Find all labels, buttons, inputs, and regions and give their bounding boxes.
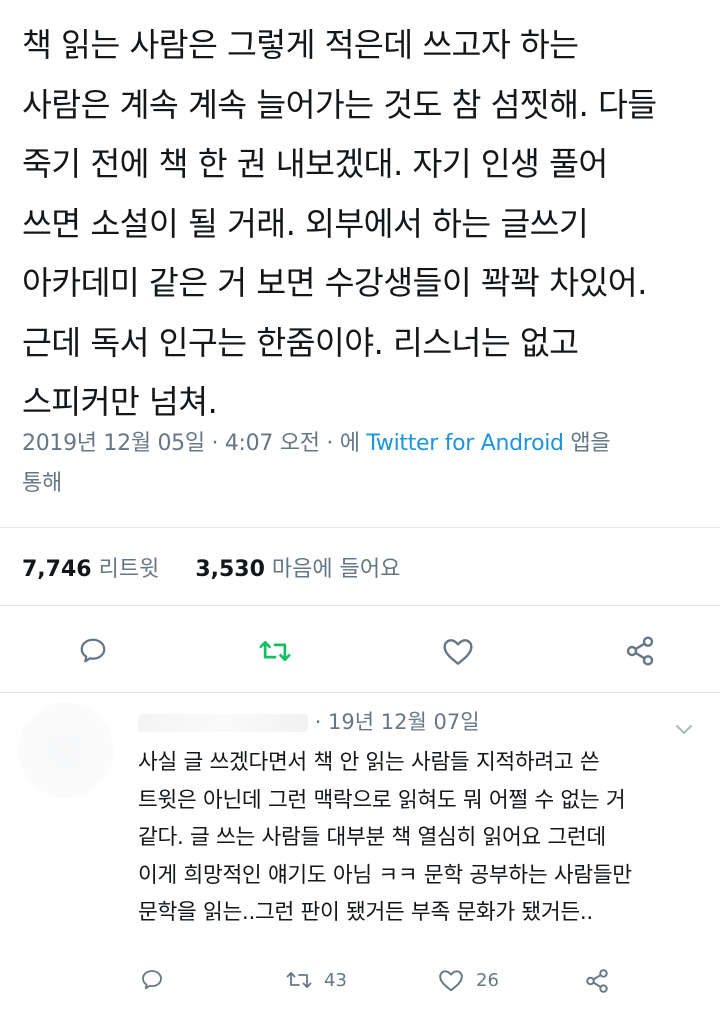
likes-label[interactable]: 마음에 들어요 bbox=[272, 557, 400, 582]
share-icon bbox=[586, 969, 608, 993]
like-button[interactable] bbox=[438, 631, 478, 671]
retweet-button[interactable] bbox=[255, 631, 295, 671]
reply-icon bbox=[80, 638, 106, 663]
tweet-stats: 7,746 리트윗 3,530 마음에 들어요 bbox=[22, 551, 400, 583]
divider bbox=[0, 605, 720, 606]
share-icon bbox=[626, 636, 654, 666]
tweet-line: 책 읽는 사람은 그렇게 적은데 쓰고자 하는 bbox=[22, 26, 579, 64]
reply-reply-button[interactable] bbox=[140, 968, 164, 992]
source-suffix: 앱을 bbox=[570, 431, 611, 456]
tweet-line: 죽기 전에 책 한 권 내보겠대. 자기 인생 풀어 bbox=[22, 145, 608, 183]
reply-icon bbox=[142, 970, 162, 990]
tweet-meta: 2019년 12월 05일 · 4:07 오전 · 에 Twitter for … bbox=[22, 424, 712, 504]
reply-retweet-button[interactable]: 43 bbox=[286, 968, 347, 992]
retweet-icon bbox=[286, 972, 312, 988]
tweet-line: 쓰면 소설이 될 거래. 외부에서 하는 글쓰기 bbox=[22, 204, 589, 243]
tweet-line: 사람은 계속 계속 늘어가는 것도 참 섬찟해. 다들 bbox=[22, 85, 657, 124]
reply-like-button[interactable]: 26 bbox=[438, 968, 499, 992]
heart-icon bbox=[443, 639, 473, 665]
reply-header: · 19년 12월 07일 bbox=[138, 706, 480, 736]
share-button[interactable] bbox=[620, 631, 660, 671]
reply-text: 사실 글 쓰겠다면서 책 안 읽는 사람들 지적하려고 쓴 트윗은 아닌데 그런… bbox=[138, 744, 713, 932]
retweets-label[interactable]: 리트윗 bbox=[99, 557, 160, 582]
reply-like-count: 26 bbox=[476, 969, 499, 991]
tweet-line: 아카데미 같은 거 보면 수강생들이 꽉꽉 차있어. bbox=[22, 264, 647, 302]
reply-date[interactable]: · 19년 12월 07일 bbox=[315, 710, 480, 734]
tweet-timestamp[interactable]: 2019년 12월 05일 · 4:07 오전 · 에 bbox=[22, 431, 360, 456]
divider bbox=[0, 527, 720, 528]
retweet-icon bbox=[259, 641, 291, 661]
reply-share-button[interactable] bbox=[584, 968, 610, 994]
likes-count[interactable]: 3,530 bbox=[195, 557, 265, 582]
heart-icon bbox=[439, 970, 463, 992]
reply-line: 트윗은 아닌데 그런 맥락으로 읽혀도 뭐 어쩔 수 없는 거 bbox=[138, 787, 626, 813]
reply-line: 문학을 읽는..그런 판이 됐거든 부족 문화가 됐거든.. bbox=[138, 900, 593, 925]
source-line2: 통해 bbox=[22, 471, 62, 496]
chevron-down-icon[interactable] bbox=[676, 720, 692, 739]
reply-line: 같다. 글 쓰는 사람들 대부분 책 열심히 읽어요 그런데 bbox=[138, 825, 606, 850]
source-app-link[interactable]: Twitter for Android bbox=[366, 431, 564, 456]
blurred-username[interactable] bbox=[138, 714, 308, 732]
reply-tweet[interactable]: · 19년 12월 07일 사실 글 쓰겠다면서 책 안 읽는 사람들 지적하려… bbox=[0, 694, 720, 1013]
divider bbox=[0, 692, 720, 693]
reply-retweet-count: 43 bbox=[324, 969, 347, 991]
reply-line: 이게 희망적인 얘기도 아님 ㅋㅋ 문학 공부하는 사람들만 bbox=[138, 862, 632, 888]
reply-line: 사실 글 쓰겠다면서 책 안 읽는 사람들 지적하려고 쓴 bbox=[138, 750, 600, 775]
tweet-line: 근데 독서 인구는 한줌이야. 리스너는 없고 bbox=[22, 323, 579, 362]
retweets-count[interactable]: 7,746 bbox=[22, 557, 92, 582]
reply-button[interactable] bbox=[73, 631, 113, 671]
avatar[interactable] bbox=[18, 702, 114, 798]
tweet-text: 책 읽는 사람은 그렇게 적은데 쓰고자 하는 사람은 계속 계속 늘어가는 것… bbox=[22, 16, 712, 433]
